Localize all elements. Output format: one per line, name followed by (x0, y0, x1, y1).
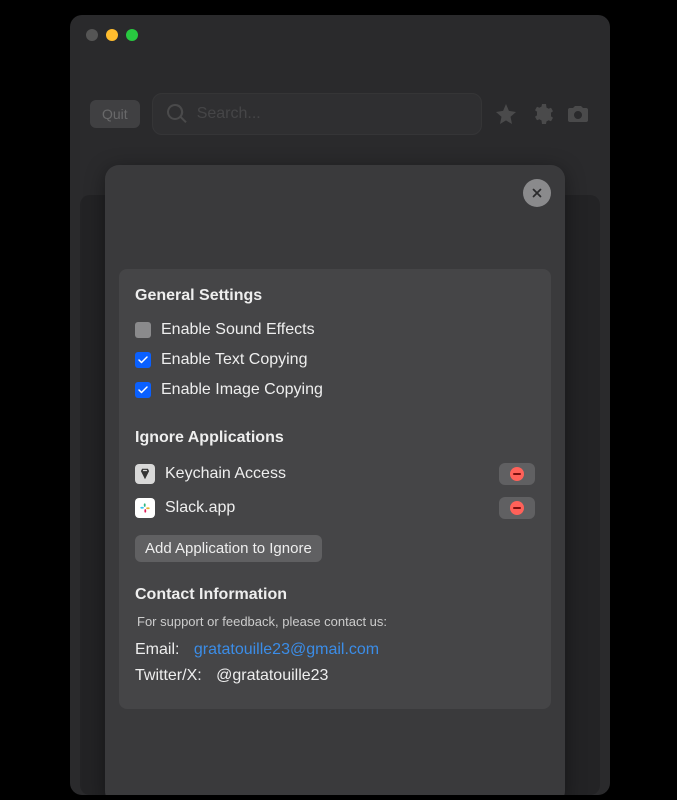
option-label: Enable Text Copying (161, 351, 307, 369)
settings-panel: General Settings Enable Sound Effects En… (105, 165, 565, 795)
email-label: Email: (135, 641, 179, 658)
option-label: Enable Image Copying (161, 381, 323, 399)
window-close-circle[interactable] (86, 29, 98, 41)
checkbox-unchecked-icon[interactable] (135, 322, 151, 338)
contact-subtitle: For support or feedback, please contact … (137, 614, 535, 629)
close-icon (530, 186, 544, 200)
option-image-copying[interactable]: Enable Image Copying (135, 375, 535, 405)
quit-button[interactable]: Quit (90, 100, 140, 128)
window-traffic-lights (70, 15, 610, 41)
contact-information-section: Contact Information For support or feedb… (135, 586, 535, 689)
contact-email-row: Email: gratatouille23@gmail.com (135, 637, 535, 663)
option-sound-effects[interactable]: Enable Sound Effects (135, 315, 535, 345)
search-field-wrap[interactable] (152, 93, 482, 135)
general-settings-title: General Settings (135, 287, 535, 305)
app-name-label: Slack.app (165, 499, 235, 517)
checkbox-checked-icon[interactable] (135, 352, 151, 368)
search-input[interactable] (197, 105, 469, 123)
contact-title: Contact Information (135, 586, 535, 604)
twitter-handle[interactable]: @gratatouille23 (216, 667, 328, 684)
window-minimize-circle[interactable] (106, 29, 118, 41)
remove-app-button[interactable] (499, 497, 535, 519)
ignored-app-row: Slack.app (135, 491, 535, 525)
option-text-copying[interactable]: Enable Text Copying (135, 345, 535, 375)
minus-circle-icon (510, 501, 524, 515)
minus-circle-icon (510, 467, 524, 481)
contact-twitter-row: Twitter/X: @gratatouille23 (135, 663, 535, 689)
twitter-label: Twitter/X: (135, 667, 202, 684)
star-icon[interactable] (494, 102, 518, 126)
ignored-app-row: Keychain Access (135, 457, 535, 491)
keychain-access-icon (135, 464, 155, 484)
camera-icon[interactable] (566, 102, 590, 126)
app-window: Quit General Settings Enable Sound Effec… (70, 15, 610, 795)
email-link[interactable]: gratatouille23@gmail.com (194, 641, 379, 658)
remove-app-button[interactable] (499, 463, 535, 485)
search-icon (165, 102, 189, 126)
slack-icon (135, 498, 155, 518)
app-name-label: Keychain Access (165, 465, 286, 483)
close-button[interactable] (523, 179, 551, 207)
option-label: Enable Sound Effects (161, 321, 315, 339)
gear-icon[interactable] (530, 102, 554, 126)
main-toolbar: Quit (70, 41, 610, 153)
ignore-applications-title: Ignore Applications (135, 429, 535, 447)
window-zoom-circle[interactable] (126, 29, 138, 41)
add-application-button[interactable]: Add Application to Ignore (135, 535, 322, 562)
checkbox-checked-icon[interactable] (135, 382, 151, 398)
settings-inner-panel: General Settings Enable Sound Effects En… (119, 269, 551, 709)
ignore-applications-section: Ignore Applications Keychain Access (135, 429, 535, 562)
